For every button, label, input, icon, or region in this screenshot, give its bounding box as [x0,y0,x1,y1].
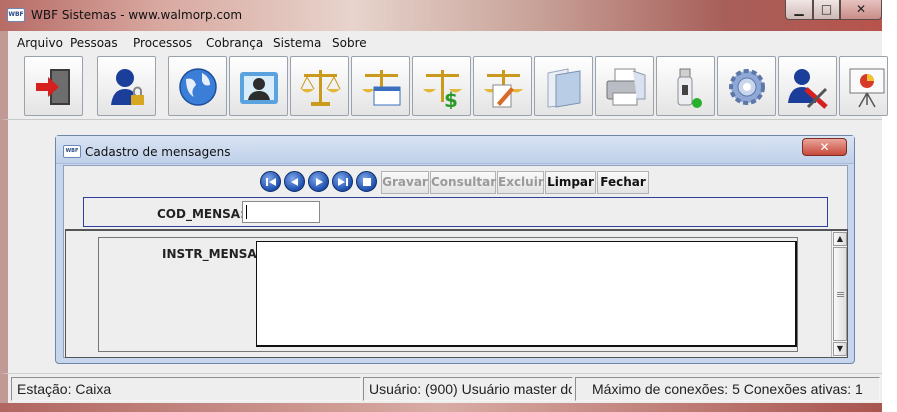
toolbar-user-tools-button[interactable] [778,56,837,116]
toolbar-scales-button[interactable] [290,56,349,116]
instr-mensa-panel: INSTR_MENSA: [98,237,798,352]
toolbar-exit-button[interactable] [24,56,83,116]
last-record-icon [338,178,348,186]
dialog-body: Gravar Consultar Excluir Limpar Fechar C… [63,165,848,358]
next-record-button[interactable] [308,171,329,192]
cod-mensa-panel: COD_MENSA: [83,197,828,227]
settings-gear-icon [729,69,765,105]
status-station: Estação: Caixa [11,377,361,401]
user-lock-icon [111,69,144,105]
cod-mensa-input[interactable] [242,201,320,223]
toolbar-scales-window-button[interactable] [351,56,410,116]
toolbar-usb-button[interactable] [656,56,715,116]
scroll-up-button[interactable]: ▲ [833,232,847,246]
instr-mensa-label: INSTR_MENSA: [162,247,262,261]
scroll-down-button[interactable]: ▼ [833,342,847,356]
globe-icon [179,68,217,106]
scales-money-icon: $ [423,70,462,109]
user-tools-icon [788,69,828,109]
toolbar-printer-button[interactable] [595,56,654,116]
window-title: WBF Sistemas - www.walmorp.com [31,8,243,22]
status-connections: Máximo de conexões: 5 Conexões ativas: 1 [575,377,880,401]
toolbar-folder-button[interactable] [534,56,593,116]
toolbar-globe-button[interactable] [168,56,227,116]
thumb-grip [837,294,844,295]
consultar-button[interactable]: Consultar [430,171,496,194]
menu-arquivo[interactable]: Arquivo [17,36,63,50]
cod-mensa-label: COD_MENSA: [157,207,246,221]
status-bar: Estação: Caixa Usuário: (900) Usuário ma… [0,373,882,403]
scrollbar-thumb[interactable] [833,247,847,341]
stop-icon [363,178,371,186]
thumb-grip [837,296,844,297]
cadastro-mensagens-window: WBF Cadastro de mensagens ✕ Gravar Consu… [55,135,855,364]
limpar-button[interactable]: Limpar [545,171,596,194]
last-record-button[interactable] [332,171,353,192]
minimize-button[interactable]: ▁ [785,0,813,20]
main-titlebar[interactable]: WBF WBF Sistemas - www.walmorp.com ▁ □ ✕ [0,0,882,31]
menu-cobranca[interactable]: Cobrança [206,36,263,50]
first-record-button[interactable] [260,171,281,192]
fechar-button[interactable]: Fechar [597,171,649,194]
instr-mensa-textarea[interactable] [256,241,797,347]
toolbar: $ [0,54,888,120]
menu-sistema[interactable]: Sistema [273,36,321,50]
menu-sobre[interactable]: Sobre [332,36,367,50]
excluir-button[interactable]: Excluir [497,171,544,194]
scales-edit-icon [484,70,523,108]
svg-text:$: $ [444,88,458,109]
previous-record-icon [291,178,298,186]
exit-door-icon [36,69,70,105]
scales-icon [300,70,341,106]
dialog-titlebar[interactable]: WBF Cadastro de mensagens ✕ [56,136,854,164]
window-bottom-edge [0,403,882,412]
printer-icon [606,68,646,106]
gravar-button[interactable]: Gravar [381,171,429,194]
toolbar-scales-edit-button[interactable] [473,56,532,116]
toolbar-user-button[interactable] [97,56,156,116]
toolbar-presentation-button[interactable] [839,56,888,116]
close-window-button[interactable]: ✕ [840,0,882,20]
previous-record-button[interactable] [284,171,305,192]
fields-scroll-pane: INSTR_MENSA: ▲ ▼ [65,229,848,358]
toolbar-scales-money-button[interactable]: $ [412,56,471,116]
menu-pessoas[interactable]: Pessoas [70,36,118,50]
toolbar-contacts-button[interactable] [229,56,288,116]
toolbar-settings-button[interactable] [717,56,776,116]
stop-button[interactable] [356,171,377,192]
menu-bar: Arquivo Pessoas Processos Cobrança Siste… [0,31,882,54]
usb-drive-icon [677,68,702,108]
dialog-title: Cadastro de mensagens [85,145,231,159]
contact-card-icon [240,72,278,104]
status-user: Usuário: (900) Usuário master do sistema [363,377,573,401]
text-caret [246,205,247,219]
thumb-grip [837,292,844,293]
maximize-button[interactable]: □ [813,0,840,20]
vertical-scrollbar[interactable]: ▲ ▼ [831,231,847,357]
scales-window-icon [362,70,401,106]
folder-icon [547,68,581,108]
menu-processos[interactable]: Processos [133,36,192,50]
app-logo-icon: WBF [7,8,25,22]
next-record-icon [316,178,323,186]
first-record-icon [266,178,276,186]
dialog-close-button[interactable]: ✕ [802,138,847,156]
dialog-app-icon: WBF [63,145,81,158]
presentation-chart-icon [849,68,885,108]
